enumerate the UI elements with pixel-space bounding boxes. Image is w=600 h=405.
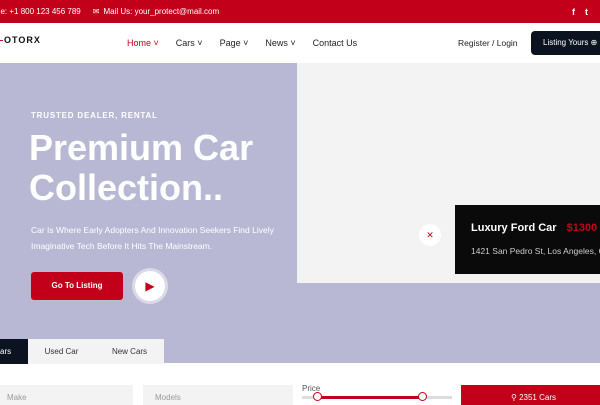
search-tabs: ars Used Car New Cars xyxy=(0,339,164,364)
price-slider[interactable] xyxy=(302,392,452,401)
car-title: Luxury Ford Car xyxy=(471,222,557,234)
tab-used-car[interactable]: Used Car xyxy=(28,339,95,364)
top-bar: ne: +1 800 123 456 789 ✉ Mail Us: your_pr… xyxy=(0,0,600,23)
play-button[interactable]: ▶ xyxy=(132,268,168,304)
play-icon: ▶ xyxy=(145,279,155,293)
price-slider-fill xyxy=(317,396,422,399)
listing-yours-button[interactable]: Listing Yours ⊕ xyxy=(531,31,600,55)
models-select[interactable]: Models xyxy=(143,385,293,405)
hero-title: Premium Car Collection.. xyxy=(29,127,254,208)
nav-news[interactable]: News ˅ xyxy=(265,38,295,48)
mail-icon: ✉ xyxy=(92,7,100,16)
car-card[interactable]: Luxury Ford Car $1300 1421 San Pedro St, … xyxy=(455,205,600,274)
nav-home[interactable]: Home ˅ xyxy=(127,38,159,48)
tab-new-cars[interactable]: New Cars xyxy=(95,339,164,364)
tab-all-cars[interactable]: ars xyxy=(0,339,28,364)
search-button[interactable]: ⚲ 2351 Cars xyxy=(461,385,600,405)
register-login-link[interactable]: Register / Login xyxy=(458,38,518,48)
nav-cars[interactable]: Cars ˅ xyxy=(176,38,203,48)
make-select[interactable]: Make xyxy=(0,385,133,405)
hero-subtitle: TRUSTED DEALER, RENTAL xyxy=(31,111,158,120)
main-nav: —OTORX Home ˅ Cars ˅ Page ˅ News ˅ Conta… xyxy=(0,23,600,63)
twitter-icon[interactable]: t xyxy=(585,7,588,17)
logo[interactable]: —OTORX xyxy=(0,35,41,45)
mail-text[interactable]: Mail Us: your_protect@mail.com xyxy=(103,7,219,16)
car-price: $1300 xyxy=(566,222,598,234)
hero-description: Car Is Where Early Adopters And Innovati… xyxy=(31,225,274,251)
nav-contact[interactable]: Contact Us xyxy=(313,38,358,48)
car-address: 1421 San Pedro St, Los Angeles, CA xyxy=(471,246,600,256)
search-icon: ⚲ xyxy=(510,393,517,402)
facebook-icon[interactable]: f xyxy=(572,7,575,17)
nav-page[interactable]: Page ˅ xyxy=(220,38,249,48)
go-to-listing-button[interactable]: Go To Listing xyxy=(31,272,123,300)
close-icon[interactable]: ✕ xyxy=(419,224,441,246)
phone-text: ne: +1 800 123 456 789 xyxy=(0,7,81,16)
